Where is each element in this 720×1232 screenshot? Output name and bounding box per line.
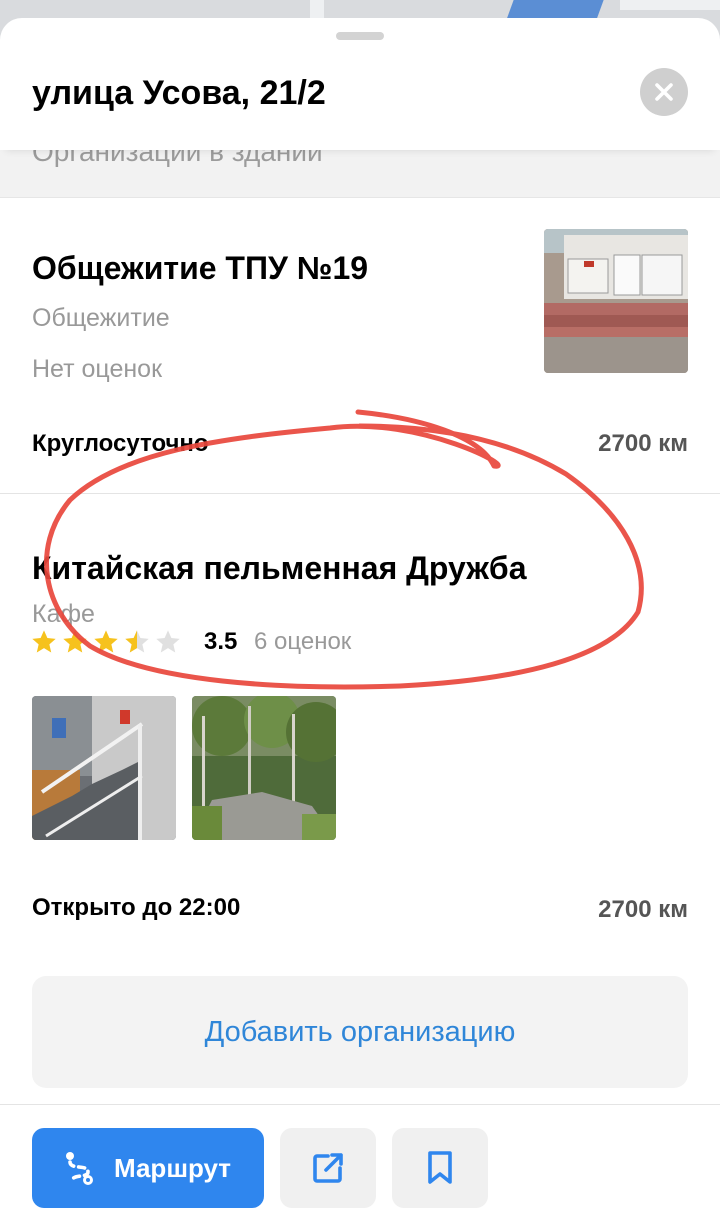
section-label: Организации в здании: [32, 150, 323, 167]
org-rating-text: Нет оценок: [32, 355, 163, 383]
add-organization-button[interactable]: Добавить организацию: [32, 976, 688, 1088]
sheet-grabber[interactable]: [336, 32, 384, 40]
org-name: Общежитие ТПУ №19: [32, 250, 369, 286]
park-photo: [192, 696, 336, 840]
share-button[interactable]: [280, 1128, 376, 1208]
org-card-cafe[interactable]: Китайская пельменная Дружба Кафе 3.5 6 о…: [0, 494, 720, 954]
star-empty-icon: [156, 630, 180, 653]
org-hours: Круглосуточно: [32, 430, 209, 457]
toolbar-divider: [0, 1104, 720, 1105]
rating-stars: [30, 628, 182, 656]
stairs-photo: [32, 696, 176, 840]
org-category: Общежитие: [32, 304, 170, 332]
org-distance: 2700 км: [598, 430, 688, 457]
org-card-dormitory[interactable]: Общежитие ТПУ №19 Общежитие Нет оценок К…: [0, 198, 720, 494]
rating-count[interactable]: 6 оценок: [254, 628, 351, 656]
star-filled-icon: [94, 630, 118, 653]
org-photo-thumbnail[interactable]: [32, 696, 176, 840]
org-name: Китайская пельменная Дружба: [32, 550, 527, 586]
route-label: Маршрут: [114, 1152, 232, 1183]
rating-value: 3.5: [204, 628, 238, 655]
org-hours: Открыто до 22:00: [32, 894, 241, 921]
bookmark-button[interactable]: [392, 1128, 488, 1208]
star-half-icon: [125, 630, 149, 653]
close-icon: [655, 83, 673, 101]
section-header: Организации в здании: [0, 150, 720, 198]
share-icon: [313, 1153, 343, 1183]
bottom-sheet: улица Усова, 21/2 Организации в здании О…: [0, 18, 720, 1232]
org-photo[interactable]: [544, 229, 688, 373]
org-photo-thumbnail[interactable]: [192, 696, 336, 840]
route-button[interactable]: Маршрут: [32, 1128, 264, 1208]
sheet-header: улица Усова, 21/2: [0, 46, 720, 150]
close-button[interactable]: [640, 68, 688, 116]
route-icon: [66, 1152, 93, 1185]
star-filled-icon: [32, 630, 56, 653]
add-organization-label: Добавить организацию: [204, 1015, 516, 1048]
bookmark-icon: [428, 1151, 452, 1184]
org-distance: 2700 км: [598, 896, 688, 923]
star-filled-icon: [63, 630, 87, 653]
address-title: улица Усова, 21/2: [32, 74, 326, 112]
org-category: Кафе: [32, 600, 95, 628]
building-photo: [544, 229, 688, 373]
